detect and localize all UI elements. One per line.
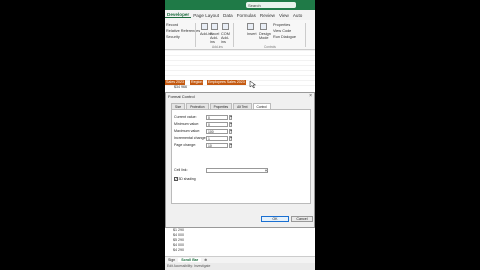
- status-text: Edit Accessibility: Investigate: [167, 264, 211, 268]
- page-change-spinner[interactable]: ▴▾: [229, 143, 232, 148]
- list-item[interactable]: $5 290: [173, 238, 184, 242]
- shading-label: 3D shading: [178, 177, 196, 181]
- list-item[interactable]: $1 290: [173, 228, 184, 232]
- properties-button[interactable]: Properties: [273, 23, 290, 27]
- com-addins-icon[interactable]: [222, 23, 229, 30]
- cell-employees-sales[interactable]: Employees Sales 2023: [207, 80, 246, 85]
- page-change-label: Page change:: [174, 143, 197, 147]
- insert-control-label: Insert: [247, 32, 257, 36]
- incremental-change-label: Incremental change:: [174, 136, 207, 140]
- addins-icon[interactable]: [201, 23, 208, 30]
- control-panel: Current value: 0 ▴▾ Minimum value: 0 ▴▾ …: [171, 109, 311, 204]
- sheet-tabs: Sign Scroll Bar ⊕: [165, 256, 315, 263]
- range-picker-icon[interactable]: ⇱: [265, 169, 268, 173]
- excel-window: Search Developer Page Layout Data Formul…: [165, 0, 315, 270]
- com-addins-button-label: COM Add-ins: [221, 32, 230, 44]
- maximum-value-label: Maximum value:: [174, 129, 201, 133]
- maximum-value-input[interactable]: 100: [206, 129, 228, 134]
- search-placeholder: Search: [248, 2, 261, 8]
- dialog-title: Format Control: [168, 94, 195, 99]
- current-value-spinner[interactable]: ▴▾: [229, 115, 232, 120]
- shading-checkbox[interactable]: ✓ 3D shading: [174, 177, 196, 181]
- tab-data[interactable]: Data: [221, 13, 235, 18]
- tab-view[interactable]: View: [277, 13, 291, 18]
- ribbon: Record Relative References Security Add-…: [165, 20, 315, 50]
- sheet-tab-sign[interactable]: Sign: [165, 258, 178, 262]
- macro-security-button[interactable]: Security: [166, 35, 180, 39]
- minimum-value-input[interactable]: 0: [206, 122, 228, 127]
- incremental-change-spinner[interactable]: ▴▾: [229, 136, 232, 141]
- tab-page-layout[interactable]: Page Layout: [191, 13, 221, 18]
- title-bar: Search: [165, 0, 315, 10]
- cursor-icon: [249, 80, 257, 89]
- design-mode-label: Design Mode: [259, 32, 271, 40]
- tab-formulas[interactable]: Formulas: [235, 13, 258, 18]
- excel-addins-icon[interactable]: [211, 23, 218, 30]
- sheet-tab-scroll-bar[interactable]: Scroll Bar: [178, 258, 202, 262]
- design-mode-icon[interactable]: [260, 23, 267, 30]
- insert-control-icon[interactable]: [247, 23, 254, 30]
- current-value-label: Current value:: [174, 115, 197, 119]
- view-code-button[interactable]: View Code: [273, 29, 291, 33]
- cell-region[interactable]: Region: [190, 80, 204, 85]
- list-item[interactable]: $4 290: [173, 248, 184, 252]
- current-value-input[interactable]: 0: [206, 115, 228, 120]
- cancel-button[interactable]: Cancel: [291, 216, 313, 222]
- cell-link-label: Cell link:: [174, 168, 188, 172]
- maximum-value-spinner[interactable]: ▴▾: [229, 129, 232, 134]
- list-item[interactable]: $4 000: [173, 243, 184, 247]
- list-item[interactable]: $4 000: [173, 233, 184, 237]
- page-change-input[interactable]: 10: [206, 143, 228, 148]
- excel-addins-button-label: Excel Add-ins: [210, 32, 220, 44]
- ribbon-separator: [305, 23, 306, 47]
- tab-review[interactable]: Review: [258, 13, 277, 18]
- tab-developer[interactable]: Developer: [165, 12, 192, 18]
- ribbon-tabs: Developer Page Layout Data Formulas Revi…: [165, 10, 315, 20]
- incremental-change-input[interactable]: 1: [206, 136, 228, 141]
- minimum-value-label: Minimum value:: [174, 122, 200, 126]
- tab-automate[interactable]: Auto: [291, 13, 304, 18]
- controls-group-label: Controls: [264, 45, 276, 49]
- addins-group-label: Add-ins: [212, 45, 223, 49]
- column-values: $1 290 $4 000 $5 290 $4 000 $4 290: [165, 228, 315, 255]
- status-bar: Edit Accessibility: Investigate: [165, 263, 315, 270]
- ok-button[interactable]: OK: [261, 216, 289, 222]
- run-dialog-button[interactable]: Run Dialogue: [273, 35, 296, 39]
- ribbon-separator: [195, 23, 196, 47]
- cell-link-input[interactable]: [206, 168, 268, 173]
- checkbox-check-icon[interactable]: ✓: [174, 177, 178, 181]
- close-icon[interactable]: ×: [309, 93, 312, 99]
- search-box[interactable]: Search: [246, 2, 296, 8]
- ribbon-separator: [233, 23, 234, 47]
- format-control-dialog: Format Control × Size Protection Propert…: [165, 92, 315, 228]
- record-macro-button[interactable]: Record: [166, 23, 178, 27]
- add-sheet-icon[interactable]: ⊕: [201, 258, 210, 262]
- minimum-value-spinner[interactable]: ▴▾: [229, 122, 232, 127]
- cell-value[interactable]: $34 966: [174, 85, 187, 89]
